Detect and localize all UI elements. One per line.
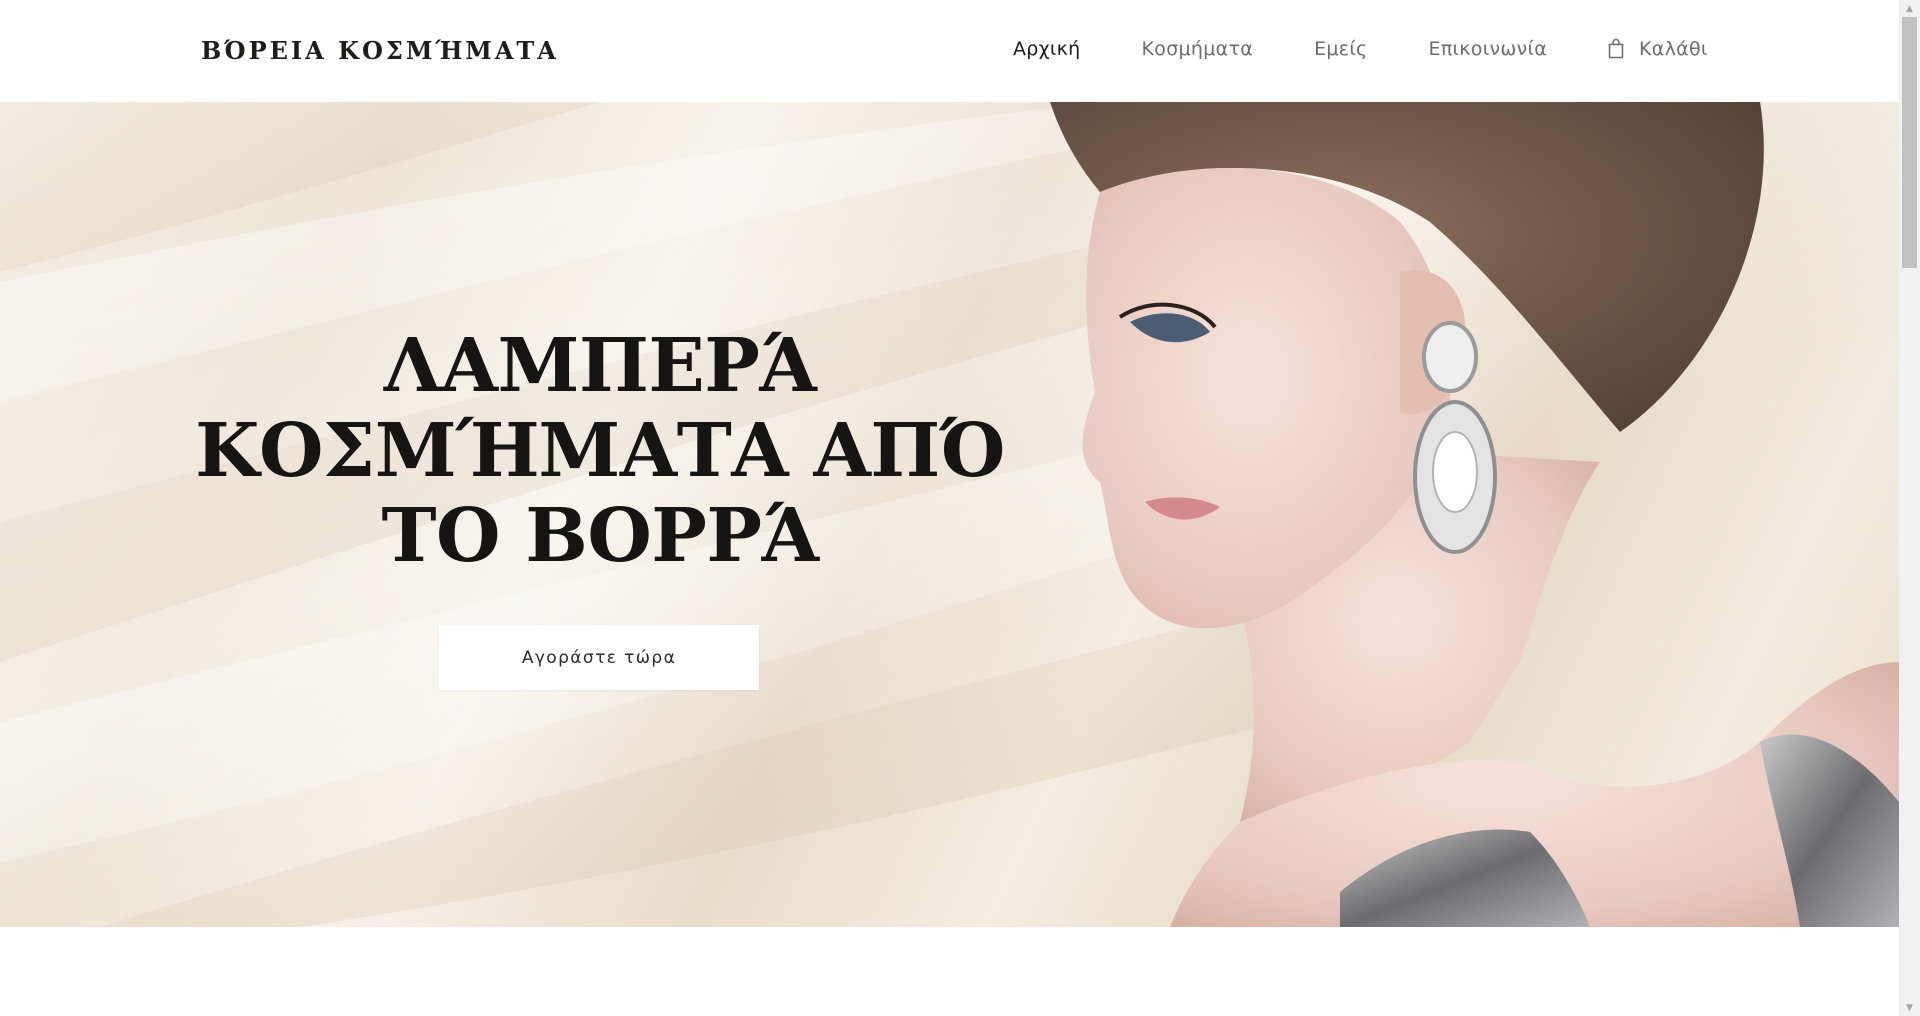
nav-item-contact[interactable]: Επικοινωνία: [1429, 38, 1548, 60]
shopping-bag-icon: [1608, 38, 1624, 59]
scroll-down-arrow-icon[interactable]: ▼: [1899, 999, 1920, 1016]
nav-item-about[interactable]: Εμείς: [1314, 38, 1367, 60]
site-logo[interactable]: ΒΌΡΕΙΑ ΚΟΣΜΉΜΑΤΑ: [201, 36, 559, 65]
cart-link[interactable]: Καλάθι: [1608, 38, 1708, 60]
nav-item-jewelry[interactable]: Κοσμήματα: [1142, 38, 1254, 60]
scrollbar-thumb[interactable]: [1902, 17, 1917, 268]
shop-now-button[interactable]: Αγοράστε τώρα: [439, 625, 759, 690]
hero-title-line: ΤΟ ΒΟΡΡΆ: [381, 493, 819, 579]
page: ΒΌΡΕΙΑ ΚΟΣΜΉΜΑΤΑ Αρχική Κοσμήματα Εμείς …: [0, 0, 1920, 1016]
nav-item-home[interactable]: Αρχική: [1013, 38, 1081, 60]
vertical-scrollbar[interactable]: ▲ ▼: [1899, 0, 1920, 1016]
hero-title-line: ΚΟΣΜΉΜΑΤΑ ΑΠΌ: [195, 408, 1005, 494]
scroll-up-arrow-icon[interactable]: ▲: [1899, 0, 1920, 17]
main-nav: Αρχική Κοσμήματα Εμείς Επικοινωνία Καλάθ…: [1013, 38, 1708, 60]
cart-label: Καλάθι: [1639, 38, 1708, 60]
hero-title-line: ΛΑΜΠΕΡΆ: [383, 323, 817, 409]
site-header: ΒΌΡΕΙΑ ΚΟΣΜΉΜΑΤΑ Αρχική Κοσμήματα Εμείς …: [0, 0, 1899, 102]
hero-banner: ΛΑΜΠΕΡΆ ΚΟΣΜΉΜΑΤΑ ΑΠΌ ΤΟ ΒΟΡΡΆ Αγοράστε …: [0, 102, 1899, 927]
hero-title: ΛΑΜΠΕΡΆ ΚΟΣΜΉΜΑΤΑ ΑΠΌ ΤΟ ΒΟΡΡΆ: [180, 324, 1020, 579]
